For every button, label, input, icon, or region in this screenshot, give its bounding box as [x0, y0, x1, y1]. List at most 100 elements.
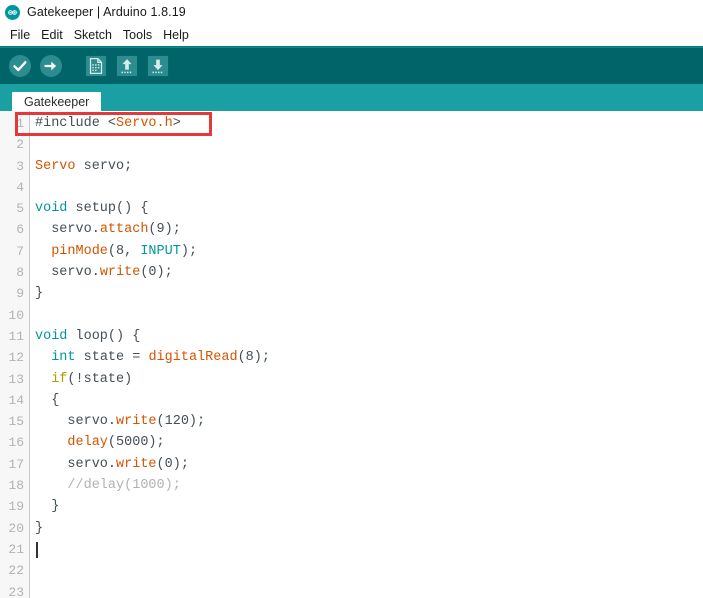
code-line[interactable]: delay(5000);	[35, 432, 703, 453]
code-line[interactable]: servo.attach(9);	[35, 219, 703, 240]
code-area[interactable]: #include <Servo.h> Servo servo; void set…	[30, 111, 703, 598]
code-token: (5000);	[107, 435, 165, 451]
new-button[interactable]	[82, 52, 110, 80]
code-token: );	[180, 243, 198, 259]
code-token: write	[99, 265, 141, 281]
code-token: servo.	[35, 222, 100, 238]
open-button[interactable]	[113, 52, 141, 80]
code-token: loop() {	[67, 328, 141, 344]
line-number: 7	[16, 243, 24, 259]
code-token: servo.	[35, 265, 100, 281]
code-line[interactable]: servo.write(0);	[35, 454, 703, 475]
menu-item-sketch[interactable]: Sketch	[69, 27, 118, 43]
code-line[interactable]: int state = digitalRead(8);	[35, 347, 703, 368]
menu-item-tools[interactable]: Tools	[118, 27, 158, 43]
code-token: (8);	[237, 350, 270, 366]
code-token: pinMode	[51, 243, 108, 259]
code-token: Servo.h	[116, 116, 173, 131]
code-token: setup() {	[67, 201, 149, 217]
code-token: servo.	[35, 414, 117, 430]
code-line[interactable]: }	[35, 283, 703, 304]
check-circle-icon	[8, 54, 32, 78]
arrow-right-circle-icon	[39, 54, 63, 78]
code-token: attach	[99, 222, 149, 238]
menu-item-help[interactable]: Help	[158, 27, 195, 43]
line-number: 19	[8, 499, 24, 515]
line-number: 14	[8, 392, 24, 408]
menu-item-file[interactable]: File	[5, 27, 36, 43]
code-token: //delay(1000);	[35, 478, 181, 494]
code-token: Servo	[35, 158, 76, 174]
code-token: if	[51, 371, 68, 387]
title-bar: Gatekeeper | Arduino 1.8.19	[0, 0, 703, 24]
code-line[interactable]: #include <Servo.h>	[35, 113, 703, 134]
code-token: int	[51, 350, 76, 366]
code-line[interactable]	[35, 177, 703, 198]
code-line[interactable]: Servo servo;	[35, 156, 703, 177]
toolbar	[0, 47, 703, 84]
code-token: servo.	[35, 456, 117, 472]
arduino-ide-window: Gatekeeper | Arduino 1.8.19 File Edit Sk…	[0, 0, 703, 598]
line-number: 4	[16, 179, 24, 195]
code-token: (8,	[107, 243, 141, 259]
line-number: 3	[16, 158, 24, 174]
line-number-gutter: 1 2 3 4 5 6 7 8 9 10 11 12 13 14 15 16 17 18 19 20 21 22 23	[0, 111, 30, 598]
arrow-up-open-icon	[116, 55, 138, 77]
line-number: 16	[8, 435, 24, 451]
menu-item-edit[interactable]: Edit	[36, 27, 69, 43]
tab-gatekeeper[interactable]: Gatekeeper	[12, 92, 102, 111]
code-line[interactable]: servo.write(120);	[35, 411, 703, 432]
line-number: 11	[8, 328, 24, 344]
line-number: 18	[8, 478, 24, 494]
code-line[interactable]: {	[35, 390, 703, 411]
code-line[interactable]: servo.write(0);	[35, 262, 703, 283]
code-line[interactable]: }	[35, 518, 703, 539]
line-number: 1	[16, 116, 24, 131]
code-token: delay	[67, 435, 108, 451]
code-token: }	[35, 499, 60, 515]
code-line[interactable]: if(!state)	[35, 369, 703, 390]
code-line[interactable]: void setup() {	[35, 198, 703, 219]
verify-button[interactable]	[6, 52, 34, 80]
code-token: {	[35, 392, 60, 408]
code-line[interactable]: //delay(1000);	[35, 475, 703, 496]
code-line[interactable]: }	[35, 496, 703, 517]
line-number: 5	[16, 201, 24, 217]
code-token: #include	[35, 116, 108, 131]
code-line[interactable]	[35, 560, 703, 581]
line-number: 20	[8, 520, 24, 536]
code-token: write	[116, 414, 157, 430]
code-token: }	[35, 520, 44, 536]
arduino-infinity-icon	[5, 4, 20, 20]
code-token: (0);	[140, 265, 173, 281]
window-title: Gatekeeper | Arduino 1.8.19	[27, 5, 186, 19]
code-token: <	[107, 116, 117, 131]
code-token: (!state)	[67, 371, 133, 387]
code-line[interactable]	[35, 134, 703, 155]
code-token: void	[35, 328, 68, 344]
new-file-icon	[85, 55, 107, 77]
code-token: digitalRead	[148, 350, 238, 366]
code-line[interactable]	[35, 305, 703, 326]
upload-button[interactable]	[37, 52, 65, 80]
line-number: 2	[16, 137, 24, 153]
line-number: 8	[16, 265, 24, 281]
code-line[interactable]: pinMode(8, INPUT);	[35, 241, 703, 262]
code-line[interactable]	[35, 582, 703, 598]
save-button[interactable]	[144, 52, 172, 80]
code-editor[interactable]: 1 2 3 4 5 6 7 8 9 10 11 12 13 14 15 16 17 18 19 20 21 22 23 #i…	[0, 111, 703, 598]
line-number: 10	[8, 307, 24, 323]
line-number: 23	[8, 584, 24, 598]
code-token: state =	[75, 350, 149, 366]
sketch-tab-bar: Gatekeeper	[0, 84, 703, 111]
line-number: 17	[8, 456, 24, 472]
code-token: (9);	[148, 222, 181, 238]
code-line[interactable]: void loop() {	[35, 326, 703, 347]
line-number: 22	[8, 563, 24, 579]
code-token: >	[172, 116, 181, 131]
code-line[interactable]	[35, 539, 703, 560]
